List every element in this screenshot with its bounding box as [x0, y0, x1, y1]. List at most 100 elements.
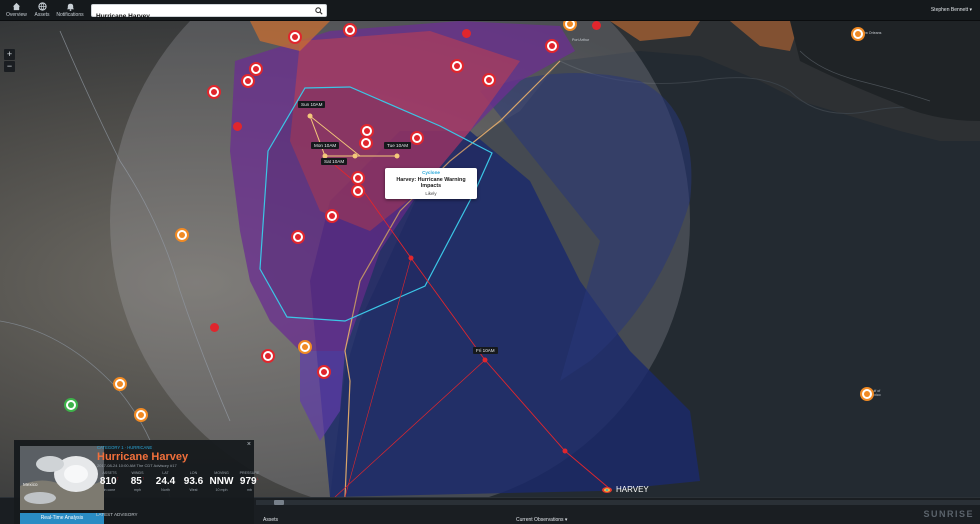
tooltip-title: Harvey: Hurricane Warning Impacts — [396, 177, 466, 189]
stat-number: 85 — [130, 476, 142, 487]
asset-pin[interactable] — [410, 131, 424, 145]
tooltip-likelihood: Likely — [425, 191, 437, 196]
future-point[interactable] — [307, 113, 313, 119]
storm-panel: Mexico × CATEGORY 1 · HURRICANE Hurrican… — [14, 440, 259, 524]
stat-winds: WINDS 85↑ mph — [124, 471, 151, 501]
stat-unit: mb — [247, 488, 252, 492]
horizontal-scrollbar[interactable] — [256, 500, 980, 505]
asset-pin-orange[interactable] — [298, 340, 312, 354]
hurricane-icon[interactable] — [601, 486, 613, 494]
nav-notifications-button[interactable]: Notifications — [56, 1, 84, 20]
stat-pressure: PRESSURE 979↓ mb — [236, 471, 263, 501]
stat-number: 810 — [99, 476, 117, 487]
asset-pin[interactable] — [317, 365, 331, 379]
tab-current-observations[interactable]: Current Observations ▾ — [516, 517, 567, 523]
close-icon[interactable]: × — [247, 441, 251, 448]
asset-pin[interactable] — [359, 136, 373, 150]
bell-icon — [66, 3, 74, 11]
app-window: Overview Assets Notifications Stephen Be… — [0, 0, 980, 524]
satellite-thumb-label: Mexico — [23, 482, 38, 487]
track-point[interactable] — [562, 448, 568, 454]
zoom-controls: + − — [4, 49, 15, 73]
nav-assets-label: Assets — [34, 12, 50, 18]
top-bar: Overview Assets Notifications Stephen Be… — [0, 0, 980, 22]
nav-overview-button[interactable]: Overview — [6, 1, 27, 20]
asset-pin-small[interactable] — [592, 21, 601, 30]
storm-category: CATEGORY 1 · HURRICANE — [97, 445, 153, 450]
asset-pin[interactable] — [351, 171, 365, 185]
stat-unit: mph — [134, 488, 141, 492]
asset-pin-orange[interactable] — [134, 408, 148, 422]
track-point[interactable] — [482, 357, 488, 363]
asset-pin[interactable] — [241, 74, 255, 88]
asset-pin[interactable] — [545, 39, 559, 53]
zoom-out-button[interactable]: − — [4, 61, 15, 72]
track-label-mon: Mon 10AM — [311, 142, 340, 149]
user-menu[interactable]: Stephen Bennett ▾ — [931, 7, 972, 13]
asset-pin[interactable] — [288, 30, 302, 44]
future-point[interactable] — [394, 153, 400, 159]
stat-unit: in cone — [103, 488, 116, 492]
asset-pin[interactable] — [325, 209, 339, 223]
track-label-fri: Fri 10AM — [473, 347, 498, 354]
realtime-analysis-button[interactable]: Real-Time Analysis — [20, 513, 104, 524]
home-icon — [12, 2, 20, 11]
asset-pin-small[interactable] — [210, 323, 219, 332]
satellite-image — [20, 446, 104, 510]
brand-logo: SUNRISE — [923, 509, 974, 519]
asset-pin[interactable] — [343, 23, 357, 37]
asset-pin-orange[interactable] — [113, 377, 127, 391]
track-label-sat: Sat 10AM — [321, 158, 348, 165]
asset-pin-orange[interactable] — [175, 228, 189, 242]
stat-value: NNW — [208, 476, 235, 487]
asset-pin-green[interactable] — [64, 398, 78, 412]
stat-unit: West — [189, 488, 198, 492]
search-box — [91, 4, 327, 22]
asset-pin[interactable] — [291, 230, 305, 244]
asset-pin-small[interactable] — [233, 122, 242, 131]
stat-label: PRESSURE — [239, 471, 260, 475]
track-label-tue: Tue 10AM — [384, 142, 412, 149]
asset-pin-small[interactable] — [462, 29, 471, 38]
asset-pin[interactable] — [482, 73, 496, 87]
future-point[interactable] — [352, 153, 358, 159]
asset-pin-orange[interactable] — [851, 27, 865, 41]
stat-label: WINDS — [131, 471, 144, 475]
map-view[interactable]: + − Sun 10AM Mon 10AM Tue 10AM Sat 10AM … — [0, 21, 980, 497]
advisory-time: 2017-08-24 10:00 AM The CDT Advisory #17 — [97, 463, 177, 468]
asset-pin[interactable] — [450, 59, 464, 73]
nav-assets-button[interactable]: Assets — [32, 1, 52, 20]
stat-unit: North — [161, 488, 170, 492]
asset-pin[interactable] — [207, 85, 221, 99]
asset-pin[interactable] — [261, 349, 275, 363]
globe-icon — [37, 2, 47, 11]
track-point[interactable] — [408, 255, 414, 261]
latest-advisory-link[interactable]: LATEST ADVISORY — [96, 512, 138, 517]
scrollbar-thumb[interactable] — [274, 500, 284, 505]
stat-value: 93.6 — [180, 476, 207, 487]
asset-pin[interactable] — [351, 184, 365, 198]
stat-arrow-icon: ↑ — [141, 476, 145, 482]
stat-assets: ASSETS 810↑ in cone — [96, 471, 123, 501]
stat-number: 24.4 — [155, 476, 176, 487]
track-label-sun: Sun 10AM — [298, 101, 326, 108]
storm-name: Hurricane Harvey — [97, 451, 189, 463]
stat-number: 93.6 — [183, 476, 204, 487]
zoom-in-button[interactable]: + — [4, 49, 15, 60]
asset-pin-orange[interactable] — [860, 387, 874, 401]
impact-tooltip: Cyclone Harvey: Hurricane Warning Impact… — [385, 168, 477, 199]
search-icon[interactable] — [315, 7, 323, 15]
nav-notifications-label: Notifications — [56, 12, 84, 18]
search-input[interactable] — [92, 11, 312, 22]
stat-value: 24.4 — [152, 476, 179, 487]
stat-arrow-icon: ↑ — [116, 476, 120, 482]
stat-moving: MOVING NNW 10 mph — [208, 471, 235, 501]
storm-label: HARVEY — [616, 485, 649, 494]
stat-lat: LAT 24.4 North — [152, 471, 179, 501]
stat-value: 85↑ — [124, 476, 151, 487]
stat-number: 979 — [239, 476, 257, 487]
tab-assets[interactable]: Assets — [263, 517, 278, 523]
stat-label: LAT — [162, 471, 169, 475]
map-canvas — [0, 21, 980, 497]
satellite-thumbnail[interactable]: Mexico — [20, 446, 104, 510]
